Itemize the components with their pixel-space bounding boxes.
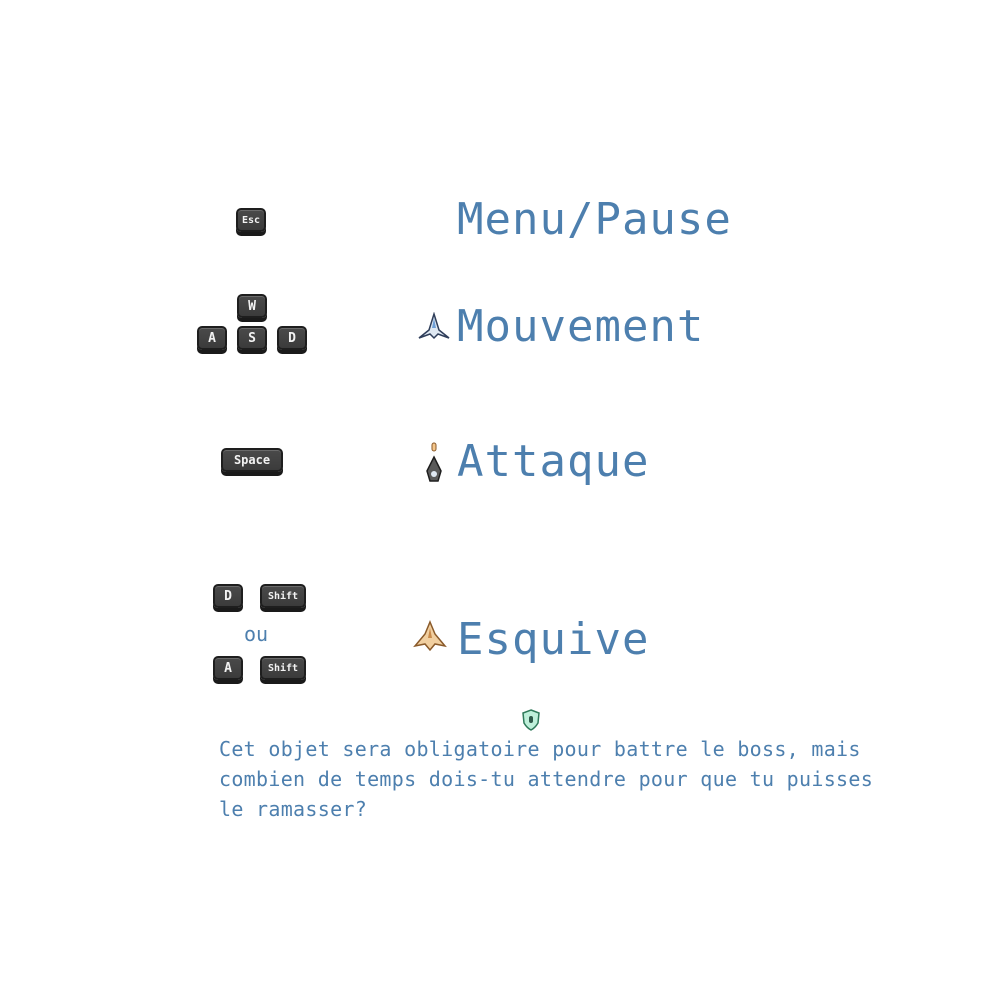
key-d: D bbox=[277, 326, 307, 350]
key-s: S bbox=[237, 326, 267, 350]
key-shift-1: Shift bbox=[260, 584, 306, 608]
key-d-dodge: D bbox=[213, 584, 243, 608]
key-w: W bbox=[237, 294, 267, 318]
dodge-ship-icon bbox=[413, 620, 447, 652]
ship-firing-icon bbox=[426, 442, 442, 482]
attack-label: Attaque bbox=[457, 436, 650, 487]
dodge-label: Esquive bbox=[457, 614, 650, 665]
shield-item-icon bbox=[522, 709, 540, 731]
ship-icon bbox=[418, 312, 450, 340]
key-a: A bbox=[197, 326, 227, 350]
key-space: Space bbox=[221, 448, 283, 472]
key-esc: Esc bbox=[236, 208, 266, 232]
key-shift-2: Shift bbox=[260, 656, 306, 680]
item-hint-text: Cet objet sera obligatoire pour battre l… bbox=[219, 737, 874, 821]
movement-label: Mouvement bbox=[457, 301, 705, 352]
menu-pause-label: Menu/Pause bbox=[457, 194, 732, 245]
key-a-dodge: A bbox=[213, 656, 243, 680]
or-separator: ou bbox=[244, 622, 269, 646]
